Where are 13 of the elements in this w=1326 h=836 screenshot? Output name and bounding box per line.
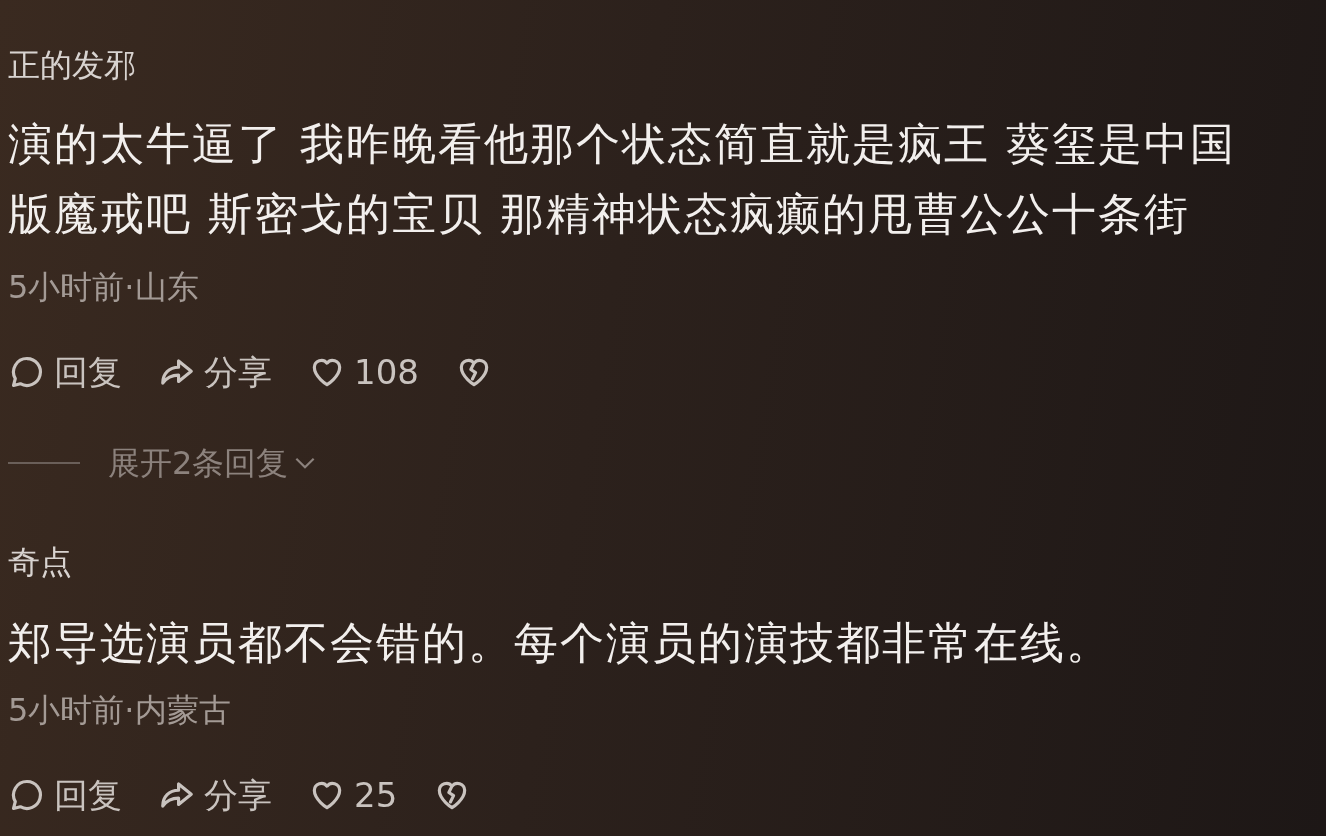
comment-meta: 5小时前·内蒙古	[8, 690, 231, 730]
comment-text: 演的太牛逼了 我昨晚看他那个状态简直就是疯王 葵玺是中国版魔戒吧 斯密戈的宝贝 那精神状态疯癫的甩曹公公十条街	[8, 117, 1237, 241]
like-button[interactable]: 108	[308, 347, 419, 397]
like-button[interactable]: 25	[308, 770, 398, 820]
share-button[interactable]: 分享	[158, 347, 272, 397]
expand-replies-link[interactable]: 展开2条回复	[108, 438, 319, 488]
reply-button[interactable]: 回复	[8, 347, 122, 397]
share-button[interactable]: 分享	[158, 770, 272, 820]
username[interactable]: 奇点	[8, 542, 72, 582]
username[interactable]: 正的发邪	[8, 45, 136, 85]
reply-button[interactable]: 回复	[8, 770, 122, 820]
comment-meta: 5小时前·山东	[8, 267, 199, 307]
comment-text: 郑导选演员都不会错的。每个演员的演技都非常在线。	[8, 616, 1113, 670]
